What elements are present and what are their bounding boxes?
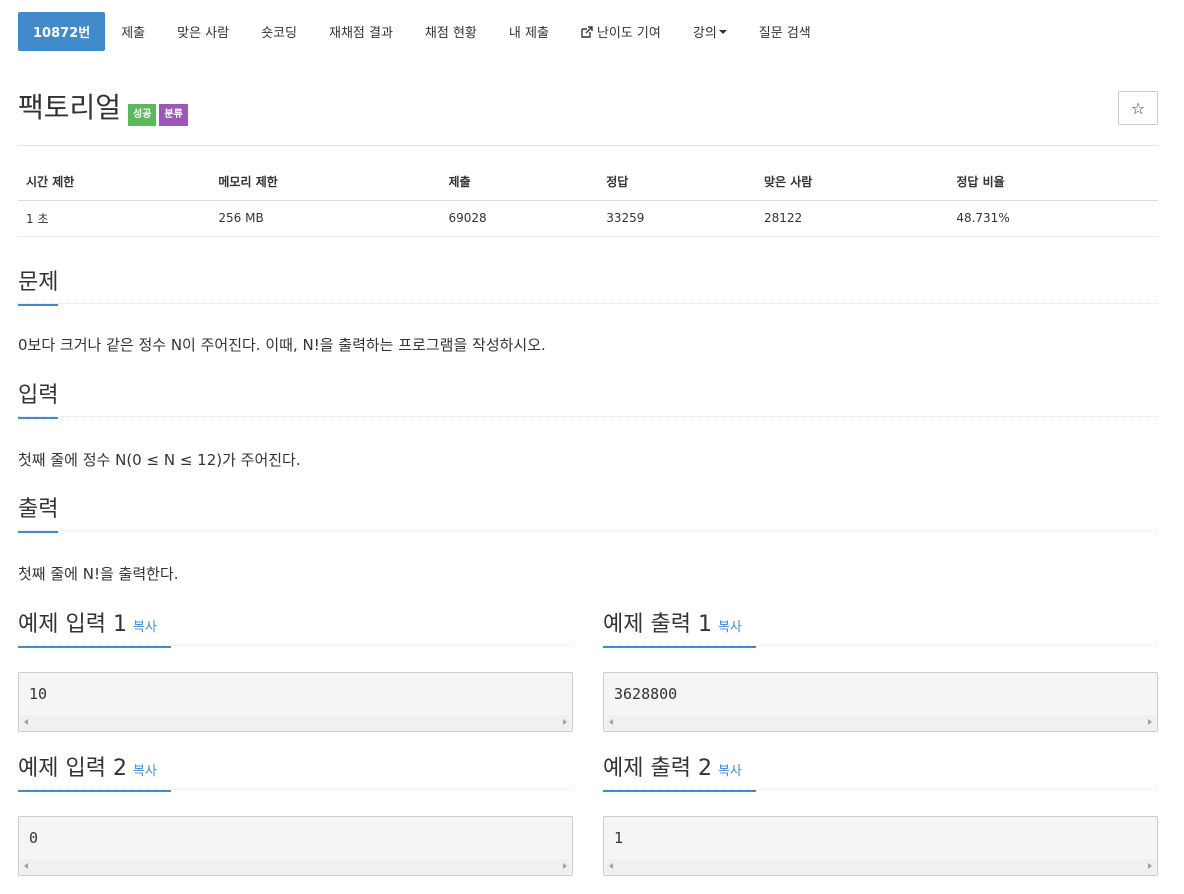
header-memory-limit: 메모리 제한 (210, 164, 441, 201)
success-badge: 성공 (128, 104, 157, 126)
problem-section-header: 문제 (18, 268, 1158, 306)
horizontal-scrollbar[interactable] (20, 859, 571, 874)
header-accepted-users: 맞은 사람 (755, 164, 949, 201)
tab-label: 채점 현황 (424, 26, 477, 41)
scroll-right-icon[interactable] (1148, 719, 1152, 725)
scroll-right-icon[interactable] (563, 863, 567, 869)
tab-my-submissions[interactable]: 내 제출 (493, 12, 565, 51)
category-badge[interactable]: 분류 (159, 104, 188, 126)
tab-label: 맞은 사람 (177, 26, 230, 41)
copy-button[interactable]: 복사 (133, 764, 157, 779)
sample-input-2-header: 예제 입력 2 복사 (18, 754, 573, 792)
problem-title-row: 팩토리얼 성공 분류 ☆ (18, 90, 1158, 130)
tab-label: 내 제출 (508, 26, 549, 41)
header-time-limit: 시간 제한 (18, 164, 211, 201)
output-section-header: 출력 (18, 495, 1158, 533)
table-header-row: 시간 제한 메모리 제한 제출 정답 맞은 사람 정답 비율 (18, 164, 1158, 201)
tab-label: 난이도 기여 (596, 26, 661, 41)
tab-label: 제출 (121, 26, 146, 41)
favorite-button[interactable]: ☆ (1118, 91, 1158, 125)
accepted-value: 33259 (598, 200, 756, 237)
tab-problem[interactable]: 10872번 (18, 12, 106, 51)
accept-ratio-value: 48.731% (948, 200, 1158, 237)
time-limit-value: 1 초 (18, 200, 211, 237)
sample-output-1-value: 3628800 (614, 685, 678, 703)
memory-limit-value: 256 MB (210, 200, 441, 237)
copy-button[interactable]: 복사 (133, 620, 157, 635)
horizontal-scrollbar[interactable] (605, 715, 1156, 730)
output-description: 첫째 줄에 N!을 출력한다. (18, 565, 179, 583)
header-accept-ratio: 정답 비율 (948, 164, 1158, 201)
header-submissions: 제출 (440, 164, 599, 201)
caret-down-icon (718, 29, 727, 34)
external-link-icon (581, 25, 593, 38)
horizontal-scrollbar[interactable] (605, 859, 1156, 874)
input-section-header: 입력 (18, 381, 1158, 419)
tab-label: 강의 (692, 26, 717, 41)
tab-question-search[interactable]: 질문 검색 (743, 12, 827, 51)
submissions-value: 69028 (440, 200, 599, 237)
scroll-left-icon[interactable] (609, 863, 613, 869)
sample-output-2-header: 예제 출력 2 복사 (603, 754, 1158, 792)
header-accepted: 정답 (598, 164, 756, 201)
sample-title-text: 예제 출력 2 (603, 756, 712, 781)
tab-short-coding[interactable]: 숏코딩 (245, 12, 313, 51)
sample-title-text: 예제 입력 1 (18, 612, 127, 637)
problem-tabs: 10872번 제출 맞은 사람 숏코딩 재채점 결과 채점 현황 내 제출 난이… (18, 12, 827, 51)
tab-label: 재채점 결과 (328, 26, 393, 41)
tab-submit[interactable]: 제출 (105, 12, 161, 51)
problem-badges: 성공 분류 (128, 104, 188, 126)
scroll-right-icon[interactable] (563, 719, 567, 725)
sample-output-2-value: 1 (614, 829, 624, 847)
tab-lectures[interactable]: 강의 (677, 12, 743, 51)
scroll-right-icon[interactable] (1148, 863, 1152, 869)
tab-judge-status[interactable]: 채점 현황 (409, 12, 493, 51)
sample-input-1-header: 예제 입력 1 복사 (18, 610, 573, 648)
title-divider (18, 145, 1158, 146)
sample-output-1-header: 예제 출력 1 복사 (603, 610, 1158, 648)
copy-button[interactable]: 복사 (718, 764, 742, 779)
tab-accepted-users[interactable]: 맞은 사람 (161, 12, 245, 51)
tab-label: 10872번 (33, 26, 91, 41)
sample-input-2-box[interactable]: 0 (18, 816, 573, 876)
problem-info-table: 시간 제한 메모리 제한 제출 정답 맞은 사람 정답 비율 1 초 256 M… (18, 164, 1158, 237)
sample-title: 예제 출력 1 복사 (603, 610, 756, 648)
section-title: 출력 (18, 495, 59, 533)
sample-output-1-box[interactable]: 3628800 (603, 672, 1158, 732)
sample-input-2-value: 0 (29, 829, 39, 847)
sample-input-1-value: 10 (29, 685, 48, 703)
copy-button[interactable]: 복사 (718, 620, 742, 635)
sample-title: 예제 출력 2 복사 (603, 754, 756, 792)
sample-output-2-box[interactable]: 1 (603, 816, 1158, 876)
tab-label: 숏코딩 (261, 26, 297, 41)
sample-input-1-box[interactable]: 10 (18, 672, 573, 732)
scroll-left-icon[interactable] (24, 863, 28, 869)
tab-label: 질문 검색 (758, 26, 811, 41)
section-title: 문제 (18, 268, 59, 306)
tab-difficulty-contribution[interactable]: 난이도 기여 (565, 12, 677, 51)
accepted-users-value: 28122 (755, 200, 949, 237)
problem-title: 팩토리얼 (18, 91, 122, 124)
tab-rejudge-results[interactable]: 재채점 결과 (313, 12, 409, 51)
scroll-left-icon[interactable] (24, 719, 28, 725)
problem-description: 0보다 크거나 같은 정수 N이 주어진다. 이때, N!을 출력하는 프로그램… (18, 336, 546, 354)
star-icon: ☆ (1130, 98, 1146, 118)
scroll-left-icon[interactable] (609, 719, 613, 725)
sample-title-text: 예제 출력 1 (603, 612, 712, 637)
sample-title: 예제 입력 1 복사 (18, 610, 171, 648)
section-title: 입력 (18, 381, 59, 419)
table-row: 1 초 256 MB 69028 33259 28122 48.731% (18, 200, 1158, 237)
sample-title: 예제 입력 2 복사 (18, 754, 171, 792)
horizontal-scrollbar[interactable] (20, 715, 571, 730)
input-description: 첫째 줄에 정수 N(0 ≤ N ≤ 12)가 주어진다. (18, 451, 301, 469)
sample-title-text: 예제 입력 2 (18, 756, 127, 781)
